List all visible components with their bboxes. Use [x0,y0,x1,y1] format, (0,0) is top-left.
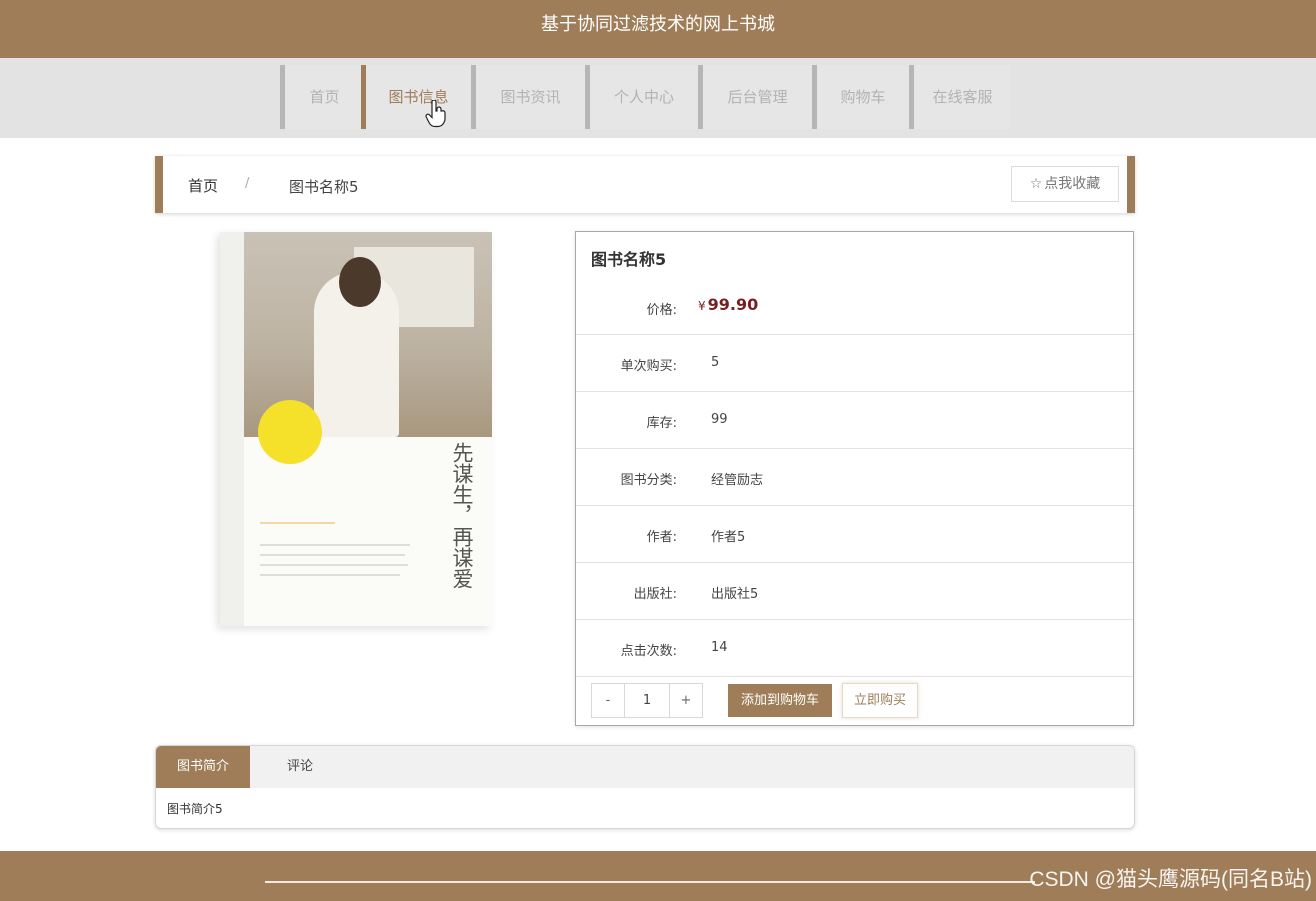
book-intro-content: 图书简介5 [167,802,223,816]
info-value: 作者5 [711,530,746,545]
cover-title-text: 先谋生，再谋爱 [450,442,474,589]
price-label: 价格: [646,303,677,318]
price-amount: 99.90 [707,295,759,314]
info-row-category: 图书分类: 经管励志 [576,449,1133,506]
nav-item-personal-center[interactable]: 个人中心 [585,65,698,129]
book-info-card: 图书名称5 价格: ¥99.90 单次购买: 5 库存: 99 图书分类: 经管… [575,231,1134,726]
currency-symbol: ¥ [698,299,706,313]
cover-badge [258,400,322,464]
star-outline-icon: ☆ [1029,176,1043,192]
breadcrumb-separator: / [245,176,250,191]
info-label: 出版社: [633,587,677,602]
info-row-single-purchase: 单次购买: 5 [576,335,1133,392]
breadcrumb-home[interactable]: 首页 [188,175,218,196]
book-cover-image: 先谋生，再谋爱 [220,232,492,626]
add-to-cart-button[interactable]: 添加到购物车 [728,684,832,717]
buy-now-button[interactable]: 立即购买 [842,683,918,718]
book-title: 图书名称5 [591,250,667,269]
quantity-stepper: - + [591,683,703,718]
quantity-decrease-button[interactable]: - [592,684,625,717]
nav-item-home[interactable]: 首页 [280,65,364,129]
tab-book-intro[interactable]: 图书简介 [156,746,250,788]
price-value: ¥99.90 [698,295,758,314]
tab-bar: 图书简介 评论 [156,746,1134,788]
info-value: 出版社5 [711,587,759,602]
info-row-clicks: 点击次数: 14 [576,620,1133,677]
info-row-author: 作者: 作者5 [576,506,1133,563]
site-title: 基于协同过滤技术的网上书城 [541,14,775,35]
info-value: 99 [711,412,728,427]
hand-pointer-icon [425,100,446,128]
info-row-publisher: 出版社: 出版社5 [576,563,1133,620]
nav-item-admin[interactable]: 后台管理 [698,65,812,129]
footer-divider [265,881,1035,883]
nav-item-book-info[interactable]: 图书信息 [361,65,471,129]
info-label: 图书分类: [620,473,677,488]
cover-spine [220,232,244,626]
info-label: 点击次数: [620,644,677,659]
book-detail-tabs: 图书简介 评论 图书简介5 [155,745,1135,829]
nav-item-book-news[interactable]: 图书资讯 [471,65,585,129]
quantity-increase-button[interactable]: + [669,684,702,717]
quantity-input[interactable] [625,684,669,717]
tab-comments[interactable]: 评论 [250,746,350,788]
nav-item-cart[interactable]: 购物车 [812,65,909,129]
info-label: 单次购买: [620,359,677,374]
info-label: 作者: [646,530,677,545]
nav-item-online-service[interactable]: 在线客服 [909,65,1011,129]
site-footer: CSDN @猫头鹰源码(同名B站) [0,851,1316,901]
site-header: 基于协同过滤技术的网上书城 [0,0,1316,58]
breadcrumb-current: 图书名称5 [289,178,359,196]
breadcrumb: 首页 / 图书名称5 ☆ 点我收藏 [155,156,1135,213]
info-value: 5 [711,355,720,370]
main-nav: 首页 图书信息 图书资讯 个人中心 后台管理 购物车 在线客服 [0,58,1316,138]
info-value: 经管励志 [711,473,764,488]
info-label: 库存: [646,416,677,431]
info-value: 14 [711,640,728,655]
info-row-stock: 库存: 99 [576,392,1133,449]
favorite-button[interactable]: ☆ 点我收藏 [1011,166,1119,202]
info-row-price: 价格: ¥99.90 [576,278,1133,335]
watermark: CSDN @猫头鹰源码(同名B站) [1029,868,1312,891]
favorite-label: 点我收藏 [1044,176,1101,192]
